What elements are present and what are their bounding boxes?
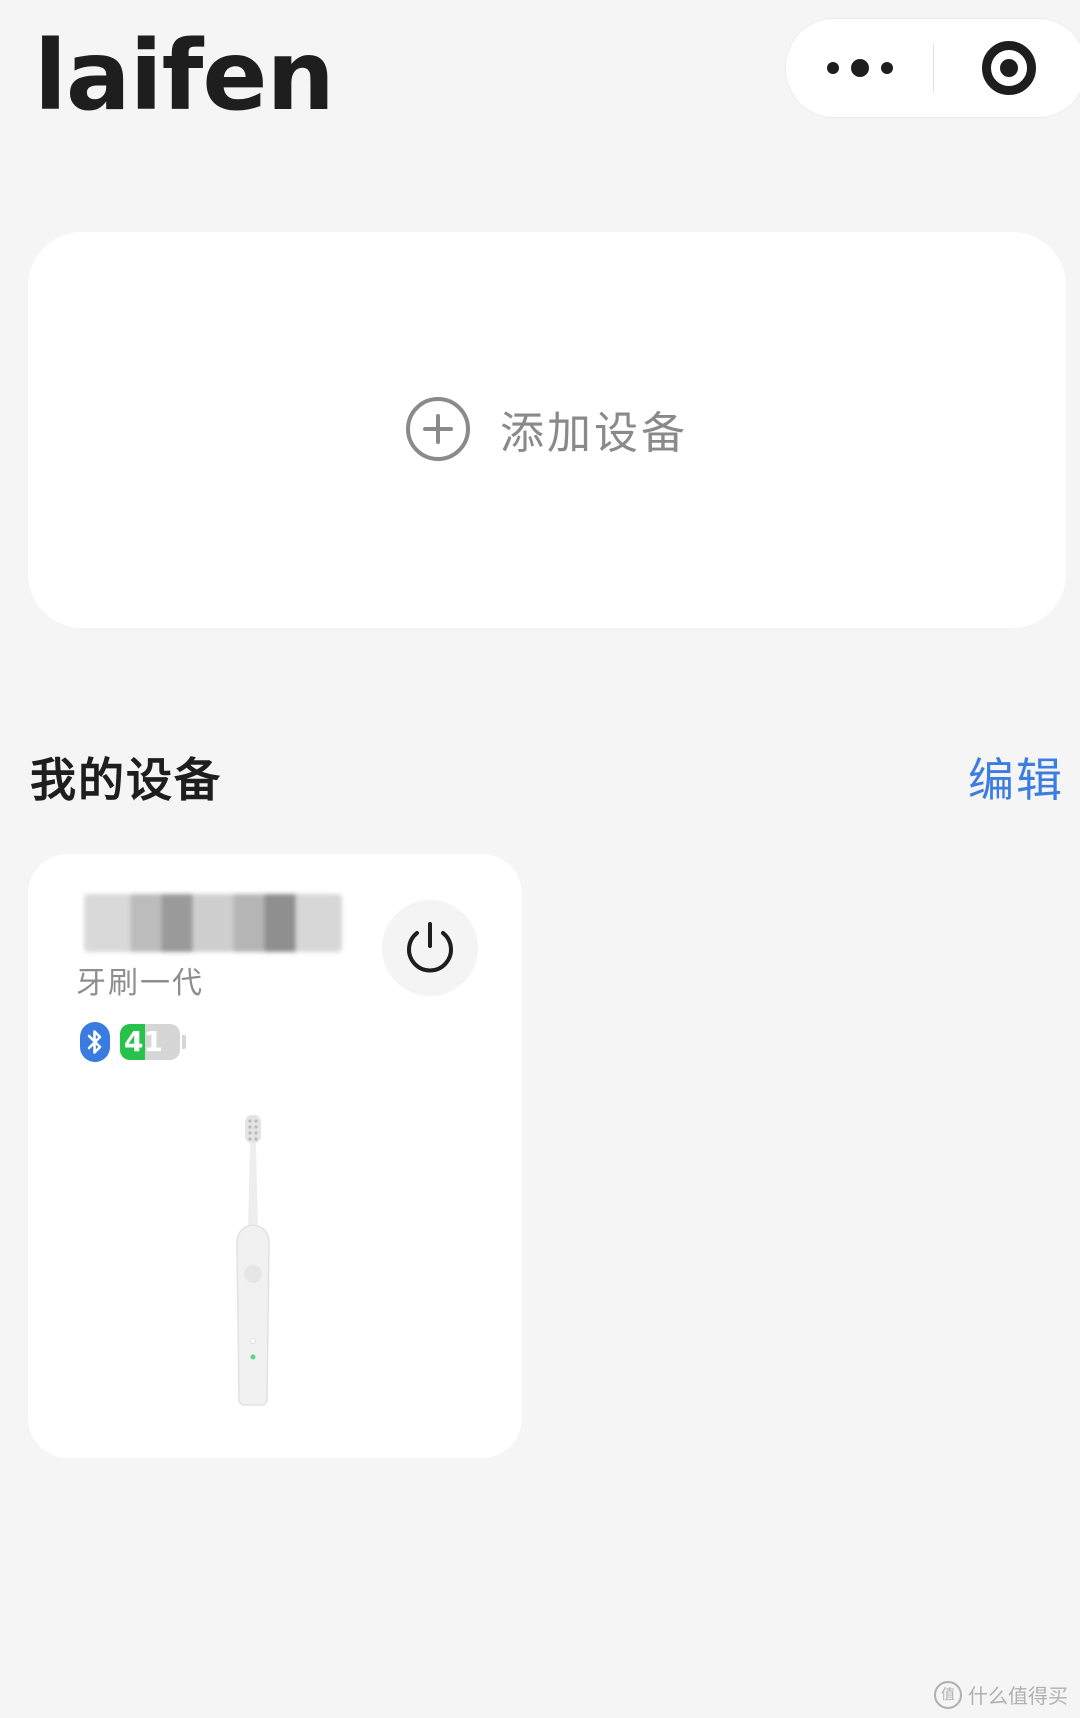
device-name-blurred xyxy=(84,894,342,952)
edit-button[interactable]: 编辑 xyxy=(968,744,1064,810)
battery-level: 41 xyxy=(124,1025,163,1058)
watermark-icon: 值 xyxy=(934,1680,962,1709)
target-circle-icon xyxy=(982,41,1036,95)
device-card[interactable]: 牙刷一代 41 xyxy=(28,854,522,1458)
device-status: 41 xyxy=(80,1022,186,1062)
power-button[interactable] xyxy=(382,900,478,996)
add-device-label: 添加设备 xyxy=(500,408,688,459)
power-icon xyxy=(407,922,453,973)
watermark-text: 什么值得买 xyxy=(968,1684,1068,1708)
more-dot xyxy=(826,62,839,74)
more-dot xyxy=(850,59,869,77)
more-dot xyxy=(880,62,893,74)
bluetooth-icon xyxy=(80,1022,110,1062)
toothbrush-image xyxy=(236,1115,270,1406)
add-device-card[interactable]: 添加设备 xyxy=(28,232,1066,628)
plus-circle-icon xyxy=(406,397,470,461)
close-button[interactable] xyxy=(934,19,1080,117)
device-model: 牙刷一代 xyxy=(76,966,204,1001)
battery-indicator: 41 xyxy=(120,1024,186,1060)
section-title: 我的设备 xyxy=(30,753,222,807)
mini-program-capsule xyxy=(785,18,1080,118)
app-logo: laifen xyxy=(34,20,335,132)
watermark: 值 什么值得买 xyxy=(934,1680,1068,1709)
more-button[interactable] xyxy=(786,19,933,117)
